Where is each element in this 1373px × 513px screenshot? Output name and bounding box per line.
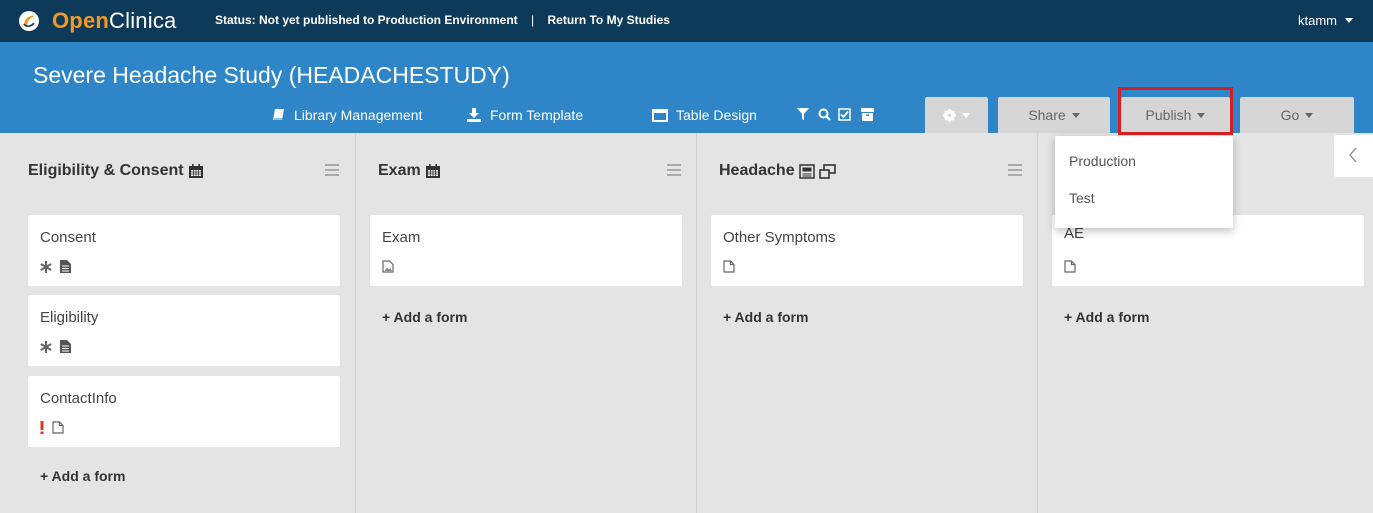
brand-name: OpenClinica (52, 8, 176, 34)
status-text: Status: Not yet published to Production … (215, 13, 518, 27)
go-caret-icon (1305, 112, 1314, 118)
form-name: Exam (382, 229, 421, 246)
table-icon (652, 109, 668, 122)
event-icon (798, 163, 815, 179)
column-title: Eligibility & Consent (28, 162, 184, 179)
study-title: Severe Headache Study (HEADACHESTUDY) (33, 62, 510, 88)
share-caret-icon (1071, 112, 1080, 118)
add-form-link[interactable]: + Add a form (1064, 309, 1149, 325)
download-icon (467, 108, 481, 122)
column-menu-icon[interactable] (325, 164, 339, 176)
table-design-label: Table Design (676, 107, 757, 123)
publish-highlight-box (1118, 87, 1233, 135)
share-label: Share (1028, 107, 1066, 123)
add-form-link[interactable]: + Add a form (40, 468, 125, 484)
calendar-icon (425, 163, 440, 178)
calendar-icon (188, 163, 203, 178)
document-filled-icon (60, 340, 71, 353)
form-template-label: Form Template (490, 107, 584, 123)
form-card-consent[interactable]: Consent (28, 215, 340, 286)
brand-open: Open (52, 8, 110, 33)
top-navigation-bar: OpenClinica Status: Not yet published to… (0, 0, 1373, 42)
search-icon[interactable] (818, 108, 831, 121)
username: ktamm (1298, 13, 1337, 28)
column-header: Headache (719, 162, 836, 180)
column-header: Eligibility & Consent (28, 162, 204, 180)
document-image-icon (382, 260, 394, 273)
filter-icon[interactable] (797, 108, 809, 121)
collapse-panel-button[interactable] (1334, 135, 1373, 177)
publish-dropdown-menu: Production Test (1055, 136, 1233, 228)
brand-clinica: Clinica (109, 8, 177, 33)
form-card-contactinfo[interactable]: ContactInfo (28, 376, 340, 447)
status-separator: | (531, 13, 535, 27)
user-menu[interactable]: ktamm (1298, 13, 1353, 28)
share-button[interactable]: Share (998, 97, 1110, 133)
library-management-button[interactable]: Library Management (272, 107, 422, 123)
exclamation-icon (40, 421, 44, 434)
document-outline-icon (723, 260, 735, 273)
form-card-other-symptoms[interactable]: Other Symptoms (711, 215, 1023, 286)
publish-option-test[interactable]: Test (1069, 190, 1095, 206)
settings-caret-icon (962, 112, 970, 118)
asterisk-icon (40, 340, 52, 353)
form-card-eligibility[interactable]: Eligibility (28, 295, 340, 366)
column-title: Headache (719, 162, 795, 179)
form-name: ContactInfo (40, 390, 117, 407)
add-form-link[interactable]: + Add a form (382, 309, 467, 325)
column-menu-icon[interactable] (1008, 164, 1022, 176)
go-button[interactable]: Go (1240, 97, 1354, 133)
openclinica-logo[interactable]: OpenClinica (18, 8, 176, 34)
form-template-button[interactable]: Form Template (466, 107, 583, 123)
form-name: Consent (40, 229, 96, 246)
return-to-studies-link[interactable]: Return To My Studies (547, 13, 669, 27)
column-header: Exam (378, 162, 441, 180)
column-title: Exam (378, 162, 421, 179)
openclinica-logo-icon (19, 11, 39, 31)
go-label: Go (1280, 107, 1300, 123)
form-name: Other Symptoms (723, 229, 836, 246)
repeat-icon (818, 163, 836, 179)
library-management-label: Library Management (294, 107, 423, 123)
archive-icon[interactable] (861, 108, 874, 121)
publish-option-production[interactable]: Production (1069, 153, 1136, 169)
form-card-exam[interactable]: Exam (370, 215, 682, 286)
book-icon (273, 109, 284, 120)
asterisk-icon (40, 260, 52, 273)
add-form-link[interactable]: + Add a form (723, 309, 808, 325)
table-design-button[interactable]: Table Design (652, 107, 757, 123)
document-outline-icon (52, 421, 64, 434)
checkbox-icon[interactable] (838, 108, 851, 121)
chevron-down-icon (1345, 18, 1353, 23)
study-status: Status: Not yet published to Production … (215, 13, 670, 27)
event-column-headache: Headache Other Symptoms + Add a form (697, 133, 1038, 513)
event-column-exam: Exam Exam + Add a form (356, 133, 697, 513)
event-column-eligibility-consent: Eligibility & Consent Consent Eligibilit… (0, 133, 356, 513)
gear-icon (943, 108, 956, 122)
chevron-left-icon (1349, 147, 1357, 163)
column-menu-icon[interactable] (667, 164, 681, 176)
document-outline-icon (1064, 260, 1076, 273)
form-name: Eligibility (40, 309, 99, 326)
settings-button[interactable] (925, 97, 988, 133)
document-filled-icon (60, 260, 71, 273)
